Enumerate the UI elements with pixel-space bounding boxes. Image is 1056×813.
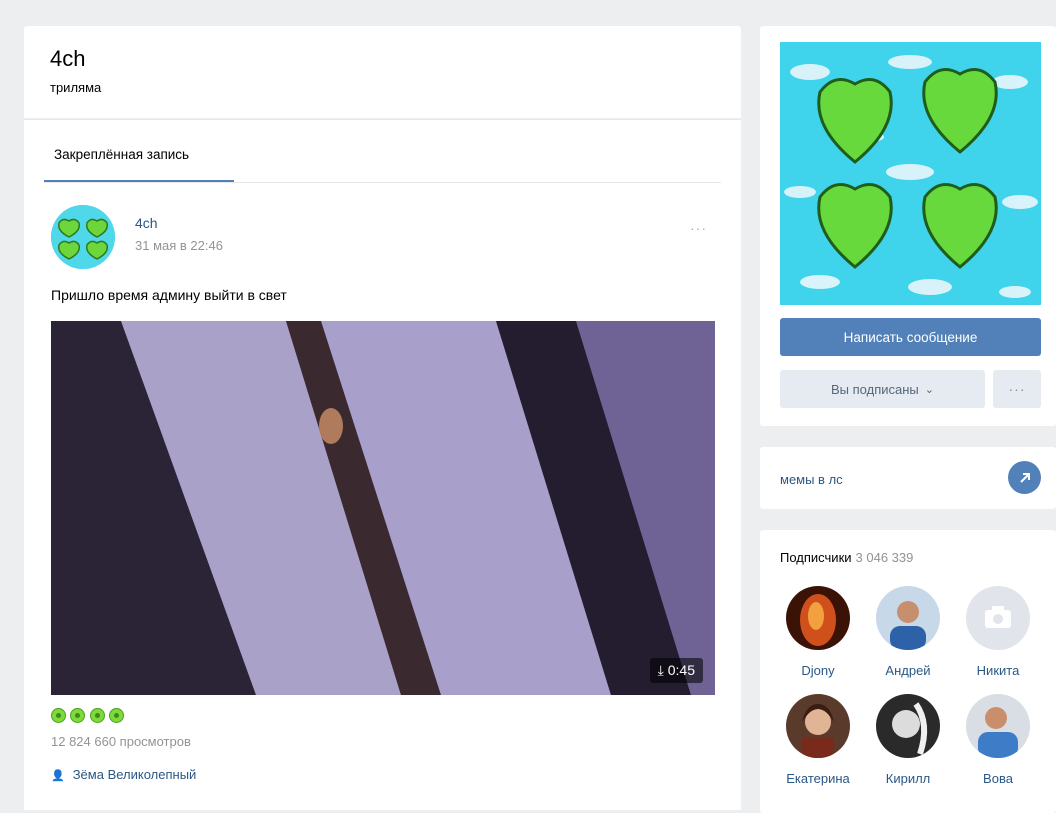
subscriber-item[interactable]: Андрей [866,586,950,678]
subscribed-dropdown-button[interactable]: Вы подписаны ⌄ [780,370,985,408]
subscriber-item[interactable]: Djony [776,586,860,678]
subscriber-name[interactable]: Андрей [866,663,950,678]
subscriber-name[interactable]: Никита [956,663,1040,678]
video-duration-badge: ⤓ 0:45 [649,658,703,683]
post-signer-name[interactable]: Зёма Великолепный [73,767,197,782]
post-author-avatar[interactable] [51,205,115,269]
group-name: 4ch [50,46,86,71]
avatar[interactable] [786,694,850,758]
write-message-button[interactable]: Написать сообщение [780,318,1041,356]
group-status: трилямa [50,80,102,95]
post-views: 12 824 660 просмотров [51,734,191,749]
group-link-title[interactable]: мемы в лс [780,472,843,487]
avatar[interactable] [786,586,850,650]
more-actions-button[interactable]: ··· [993,370,1041,408]
subscriber-name[interactable]: Djony [776,663,860,678]
group-cover-image[interactable] [780,42,1041,305]
subscriber-item[interactable]: Никита [956,586,1040,678]
avatar[interactable] [876,694,940,758]
wall: Закреплённая запись 4ch 31 мая в 22:46 ·… [24,119,741,810]
post-video[interactable]: ⤓ 0:45 [51,321,715,695]
video-duration-text: 0:45 [667,662,695,678]
subscribers-header[interactable]: Подписчики 3 046 339 [780,550,913,565]
post-more-button[interactable]: ··· [690,220,707,236]
subscriber-name[interactable]: Вова [956,771,1040,786]
post-date[interactable]: 31 мая в 22:46 [135,238,223,253]
emoji-icon [51,708,66,723]
chevron-down-icon: ⌄ [924,383,934,396]
avatar[interactable] [966,694,1030,758]
emoji-icon [109,708,125,723]
emoji-icon [70,708,86,723]
video-thumbnail [51,321,715,695]
subscribers-card: Подписчики 3 046 339 Djony Андрей Никита … [760,530,1056,813]
emoji-icon [89,708,105,723]
post-signer[interactable]: 👤 Зёма Великолепный [51,767,196,782]
subscribed-label: Вы подписаны [831,381,919,397]
avatar[interactable] [876,586,940,650]
arrow-up-right-icon[interactable] [1008,461,1041,494]
group-header: 4ch трилямa [24,26,741,118]
subscriber-item[interactable]: Вова [956,694,1040,786]
tab-pinned-post-label: Закреплённая запись [54,147,190,162]
download-icon: ⤓ [657,662,668,678]
subscribers-label: Подписчики [780,550,852,565]
wall-tabs: Закреплённая запись [44,120,721,183]
subscriber-item[interactable]: Екатерина [776,694,860,786]
tab-pinned-post[interactable]: Закреплённая запись [44,120,234,182]
subscribers-count: 3 046 339 [855,550,914,565]
group-link-card[interactable]: мемы в лс [760,447,1056,509]
group-cover-card: Написать сообщение Вы подписаны ⌄ ··· [760,26,1056,426]
subscriber-name[interactable]: Кирилл [866,771,950,786]
subscriber-name[interactable]: Екатерина [776,771,860,786]
post-text: Пришло время админу выйти в свет [51,287,287,303]
subscriber-item[interactable]: Кирилл [866,694,950,786]
camera-icon[interactable] [966,586,1030,650]
post-emoji-row [51,708,125,724]
post-author-link[interactable]: 4ch [135,215,158,231]
user-icon: 👤 [51,770,65,782]
